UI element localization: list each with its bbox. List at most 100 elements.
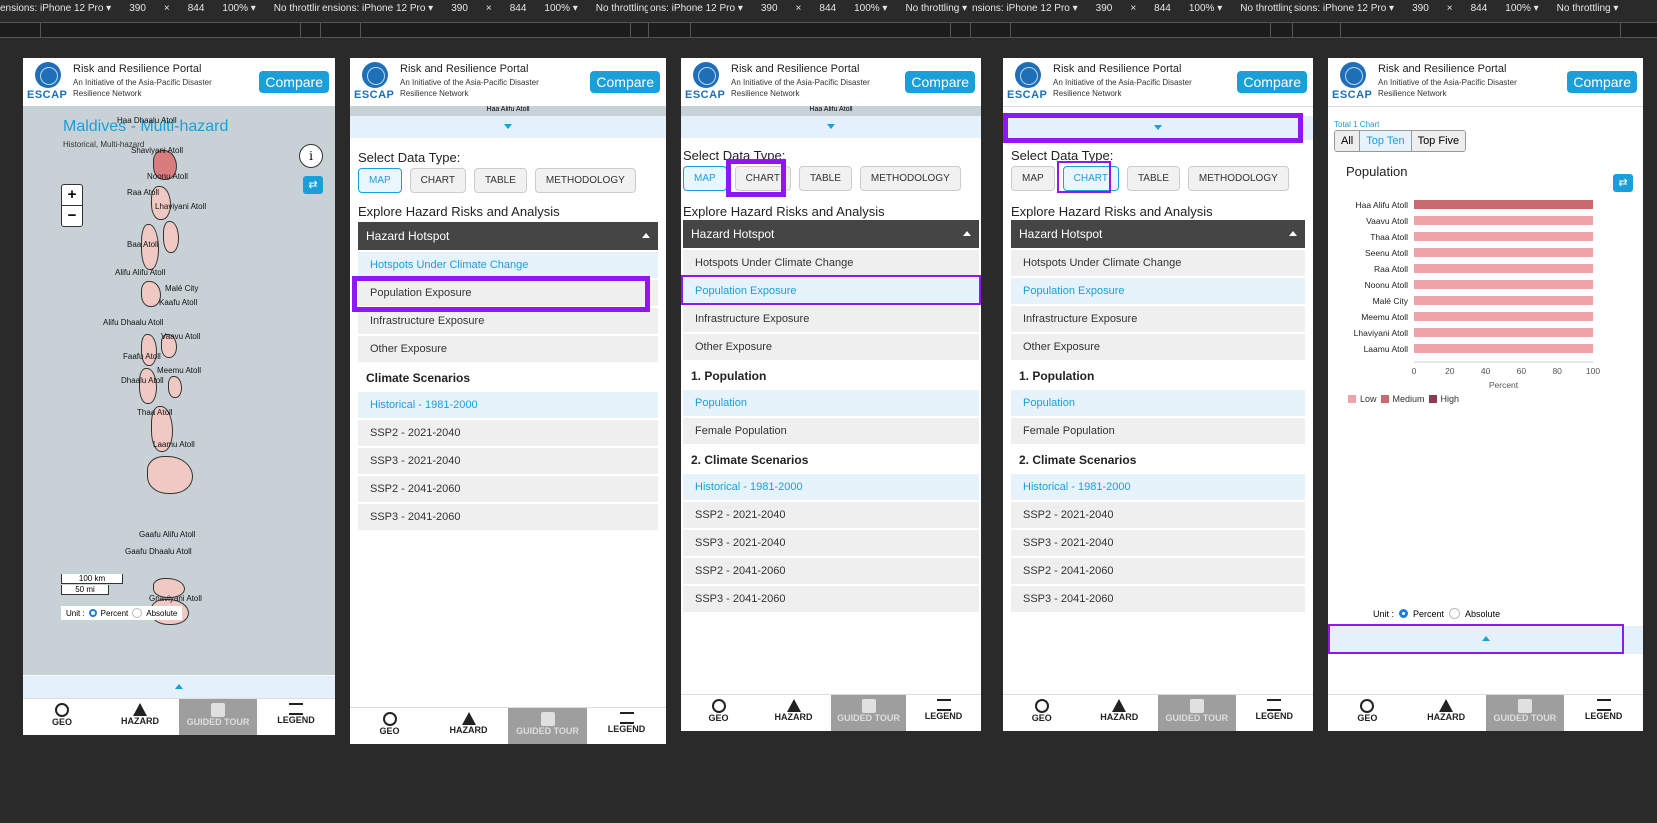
width-field[interactable]: 390 (129, 0, 146, 18)
bar-medium[interactable] (1414, 200, 1593, 209)
unit-absolute-label[interactable]: Absolute (146, 609, 177, 618)
list-item[interactable]: Infrastructure Exposure (683, 306, 979, 332)
tab-table[interactable]: TABLE (1126, 166, 1180, 191)
list-item[interactable]: Historical - 1981-2000 (683, 474, 979, 500)
list-item[interactable]: Other Exposure (358, 336, 658, 362)
bar-low[interactable] (1414, 280, 1593, 289)
height-field[interactable]: 844 (510, 0, 527, 18)
filter-all[interactable]: All (1335, 131, 1361, 151)
bar-low[interactable] (1414, 232, 1593, 241)
compare-button[interactable]: Compare (1567, 71, 1637, 93)
unit-percent-radio[interactable] (1399, 609, 1409, 618)
list-item[interactable]: SSP2 - 2041-2060 (358, 476, 658, 502)
bar-low[interactable] (1414, 264, 1593, 273)
zoom-select[interactable]: 100% ▾ (222, 0, 255, 18)
list-item[interactable]: SSP3 - 2021-2040 (1011, 530, 1305, 556)
nav-guided-tour[interactable]: GUIDED TOUR (1485, 695, 1565, 731)
tab-methodology[interactable]: METHODOLOGY (1187, 166, 1289, 191)
drawer-handle[interactable] (23, 676, 335, 698)
list-item[interactable]: SSP3 - 2021-2040 (358, 448, 658, 474)
map-canvas[interactable]: Maldives - Multi-hazard Historical, Mult… (23, 106, 335, 675)
bar-low[interactable] (1414, 312, 1593, 321)
list-item[interactable]: SSP2 - 2021-2040 (683, 502, 979, 528)
height-field[interactable]: 844 (819, 0, 836, 18)
filter-top-five[interactable]: Top Five (1411, 131, 1466, 151)
nav-geo[interactable]: GEO (1003, 695, 1081, 731)
height-field[interactable]: 844 (188, 0, 205, 18)
escap-logo[interactable]: ESCAP (27, 62, 67, 102)
width-field[interactable]: 390 (1096, 0, 1113, 18)
nav-hazard[interactable]: HAZARD (429, 708, 508, 744)
unit-percent-radio[interactable] (88, 609, 97, 617)
list-item[interactable]: Infrastructure Exposure (1011, 306, 1305, 332)
escap-logo[interactable]: ESCAP (1332, 62, 1372, 102)
nav-hazard[interactable]: HAZARD (1407, 695, 1486, 731)
zoom-select[interactable]: 100% ▾ (544, 0, 577, 18)
zoom-select[interactable]: 100% ▾ (1505, 0, 1538, 18)
tab-methodology[interactable]: METHODOLOGY (859, 166, 961, 191)
bar-low[interactable] (1414, 296, 1593, 305)
list-item[interactable]: Other Exposure (683, 334, 979, 360)
tab-table[interactable]: TABLE (473, 168, 527, 193)
nav-hazard[interactable]: HAZARD (101, 699, 179, 735)
list-item[interactable]: Population (1011, 390, 1305, 416)
tab-table[interactable]: TABLE (798, 166, 852, 191)
nav-geo[interactable]: GEO (23, 699, 101, 735)
nav-geo[interactable]: GEO (681, 695, 756, 731)
nav-guided-tour[interactable]: GUIDED TOUR (508, 708, 587, 744)
compare-button[interactable]: Compare (590, 71, 660, 93)
nav-legend[interactable]: LEGEND (587, 708, 666, 744)
zoom-select[interactable]: 100% ▾ (854, 0, 887, 18)
nav-geo[interactable]: GEO (1328, 695, 1407, 731)
bar-low[interactable] (1414, 328, 1593, 337)
unit-percent-label[interactable]: Percent (1413, 609, 1444, 619)
nav-guided-tour[interactable]: GUIDED TOUR (179, 699, 257, 735)
escap-logo[interactable]: ESCAP (685, 62, 725, 102)
nav-guided-tour[interactable]: GUIDED TOUR (1158, 695, 1236, 731)
nav-geo[interactable]: GEO (350, 708, 429, 744)
compare-button[interactable]: Compare (1237, 71, 1307, 93)
device-select[interactable]: ensions: iPhone 12 Pro ▾ (0, 0, 111, 18)
map-peek[interactable]: Haa Alifu Atoll (681, 106, 981, 116)
list-item[interactable]: SSP3 - 2021-2040 (683, 530, 979, 556)
tab-methodology[interactable]: METHODOLOGY (534, 168, 636, 193)
list-item[interactable]: SSP2 - 2021-2040 (1011, 502, 1305, 528)
compare-button[interactable]: Compare (259, 71, 329, 93)
list-item[interactable]: Historical - 1981-2000 (358, 392, 658, 418)
nav-hazard[interactable]: HAZARD (756, 695, 831, 731)
height-field[interactable]: 844 (1471, 0, 1488, 18)
compare-button[interactable]: Compare (905, 71, 975, 93)
list-item[interactable]: Other Exposure (1011, 334, 1305, 360)
list-item[interactable]: Hotspots Under Climate Change (358, 252, 658, 278)
device-select[interactable]: ensions: iPhone 12 Pro ▾ (322, 0, 433, 18)
atoll-shape[interactable] (163, 221, 179, 253)
nav-legend[interactable]: LEGEND (1236, 695, 1314, 731)
atoll-shape[interactable] (141, 281, 161, 307)
tab-map[interactable]: MAP (358, 168, 402, 193)
list-item[interactable]: Hotspots Under Climate Change (1011, 250, 1305, 276)
device-select[interactable]: sions: iPhone 12 Pro ▾ (1294, 0, 1394, 18)
escap-logo[interactable]: ESCAP (1007, 62, 1047, 102)
bar-low[interactable] (1414, 248, 1593, 257)
tab-chart[interactable]: CHART (409, 168, 466, 193)
unit-percent-label[interactable]: Percent (101, 609, 129, 618)
hazard-hotspot-accordion[interactable]: Hazard Hotspot (1011, 220, 1305, 248)
width-field[interactable]: 390 (1412, 0, 1429, 18)
atoll-shape[interactable] (168, 376, 182, 398)
tab-map[interactable]: MAP (1011, 166, 1055, 191)
filter-top-ten[interactable]: Top Ten (1360, 131, 1412, 151)
nav-legend[interactable]: LEGEND (1564, 695, 1643, 731)
list-item[interactable]: SSP3 - 2041-2060 (683, 586, 979, 612)
atoll-shape[interactable] (147, 456, 193, 494)
list-item[interactable]: SSP2 - 2041-2060 (1011, 558, 1305, 584)
bar-low[interactable] (1414, 216, 1593, 225)
throttle-select[interactable]: No throttling ▾ (596, 0, 648, 18)
zoom-out-button[interactable]: − (62, 206, 82, 226)
swap-button[interactable]: ⇄ (303, 176, 323, 194)
list-item[interactable]: SSP2 - 2041-2060 (683, 558, 979, 584)
height-field[interactable]: 844 (1154, 0, 1171, 18)
list-item[interactable]: Historical - 1981-2000 (1011, 474, 1305, 500)
list-item[interactable]: SSP3 - 2041-2060 (358, 504, 658, 530)
throttle-select[interactable]: No throttling ▾ (1557, 0, 1619, 18)
tab-map[interactable]: MAP (683, 166, 727, 191)
